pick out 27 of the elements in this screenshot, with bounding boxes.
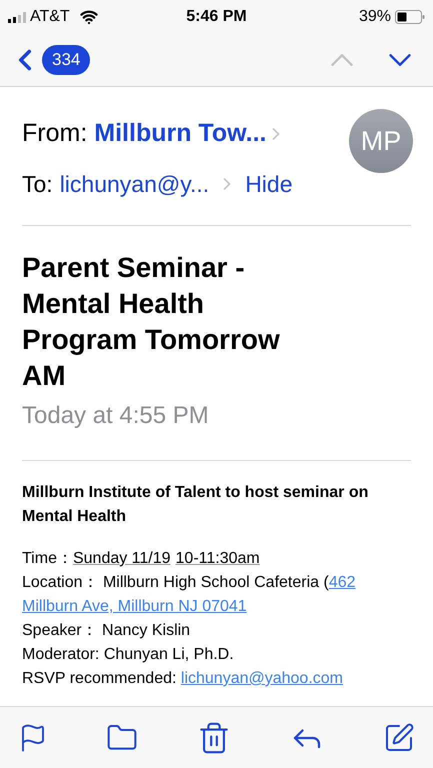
compose-button[interactable] bbox=[383, 722, 415, 754]
clock: 5:46 PM bbox=[186, 7, 247, 27]
link[interactable]: lichunyan@yahoo.com bbox=[180, 667, 343, 691]
hide-link[interactable]: Hide bbox=[245, 166, 292, 201]
recipient-link[interactable]: lichunyan@y... bbox=[60, 166, 210, 201]
body-text: Moderator: Chunyan Li, Ph.D. bbox=[22, 645, 234, 665]
date: Today at 4:55 PM bbox=[22, 401, 210, 431]
battery-percent: 39% bbox=[358, 7, 391, 27]
body-heading: Millburn Institute of Talent to host seminar on Mental Health bbox=[22, 483, 370, 527]
body-text: Speaker： Nancy Kislin bbox=[22, 621, 190, 641]
carrier: AT&T bbox=[30, 7, 70, 27]
body-text: RSVP recommended: bbox=[22, 669, 178, 689]
signal-icon bbox=[8, 12, 26, 22]
date-link[interactable]: Sunday 11/19 bbox=[72, 547, 171, 571]
date-link[interactable]: 10-11:30am bbox=[176, 547, 260, 571]
unread-count-badge: 334 bbox=[42, 45, 90, 75]
subject: Parent Seminar - Mental Health Program Tomorrow AM bbox=[22, 251, 281, 393]
body-text: Location： Millburn High School Cafeteria ( bbox=[22, 573, 329, 593]
wifi-icon bbox=[80, 8, 98, 26]
to-label: To: bbox=[22, 170, 53, 198]
link[interactable]: Millburn Ave, Millburn NJ 07041 bbox=[22, 595, 247, 619]
avatar: MP bbox=[349, 109, 413, 173]
body-text: Time： bbox=[22, 549, 73, 569]
link[interactable]: 462 bbox=[328, 571, 356, 595]
from-label: From: bbox=[22, 118, 88, 149]
sender-link[interactable]: Millburn Tow... bbox=[94, 115, 266, 152]
battery-icon bbox=[395, 10, 425, 24]
